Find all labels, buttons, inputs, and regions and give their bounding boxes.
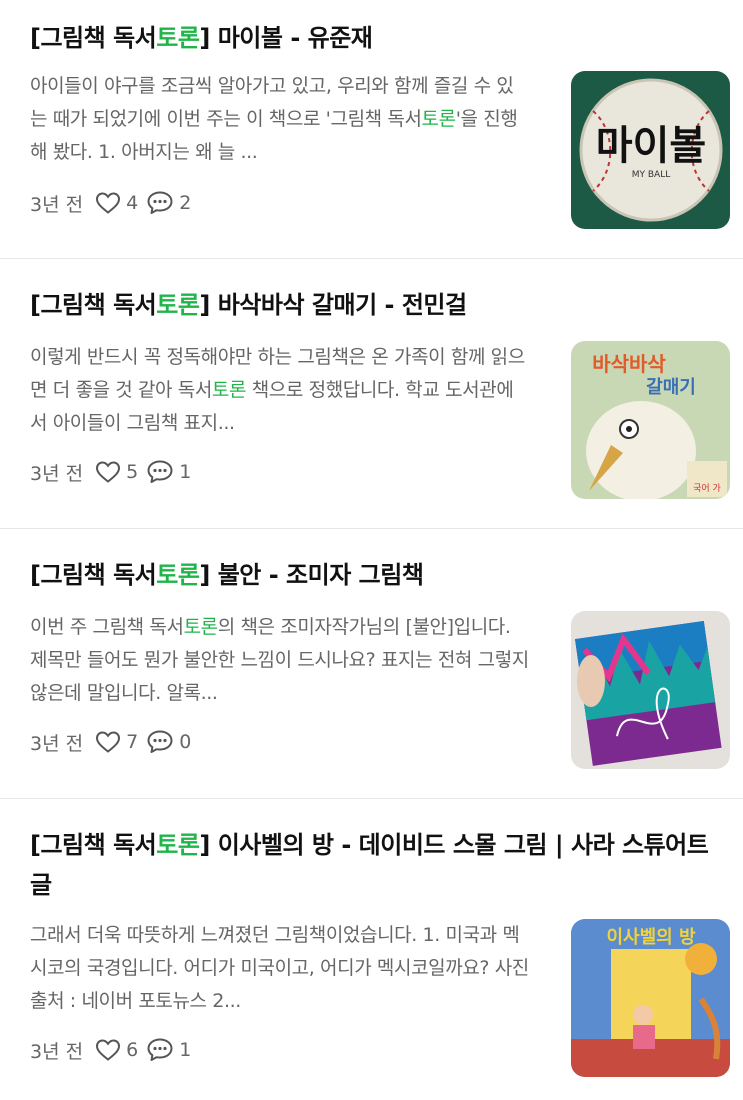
- heart-icon[interactable]: [95, 730, 121, 754]
- post-title[interactable]: [그림책 독서토론] 바삭바삭 갈매기 - 전민걸: [30, 285, 720, 325]
- post-excerpt[interactable]: 이렇게 반드시 꼭 정독해야만 하는 그림책은 온 가족이 함께 읽으면 더 좋…: [30, 341, 530, 440]
- excerpt-text: 이번 주 그림책 독서: [30, 616, 184, 638]
- post-age: 3년 전: [30, 732, 84, 755]
- post-meta: 3년 전 7 0: [30, 727, 199, 757]
- heart-icon[interactable]: [95, 1038, 121, 1062]
- title-suffix: ] 마이볼 - 유준재: [199, 24, 373, 52]
- comment-icon[interactable]: [146, 459, 174, 485]
- post-excerpt[interactable]: 아이들이 야구를 조금씩 알아가고 있고, 우리와 함께 즐길 수 있는 때가 …: [30, 70, 530, 169]
- excerpt-text: 그래서 더욱 따뜻하게 느껴졌던 그림책이었습니다. 1. 미국과 멕시코의 국…: [30, 924, 529, 1012]
- post-item[interactable]: [그림책 독서토론] 바삭바삭 갈매기 - 전민걸 이렇게 반드시 꼭 정독해야…: [0, 258, 743, 528]
- post-title[interactable]: [그림책 독서토론] 마이볼 - 유준재: [30, 18, 720, 58]
- cover-subtitle: MY BALL: [632, 170, 670, 180]
- like-count: 5: [126, 461, 139, 483]
- post-title[interactable]: [그림책 독서토론] 이사벨의 방 - 데이비드 스몰 그림 | 사라 스튜어트…: [30, 825, 720, 905]
- post-meta: 3년 전 6 1: [30, 1035, 199, 1065]
- title-prefix: [그림책 독서: [30, 831, 157, 859]
- post-age: 3년 전: [30, 193, 84, 216]
- comment-count: 1: [179, 1039, 192, 1061]
- post-thumbnail[interactable]: 이사벨의 방: [571, 919, 730, 1077]
- post-thumbnail[interactable]: 마이볼 MY BALL: [571, 71, 730, 229]
- seagull-book-cover-image: 바삭바삭 갈매기 국어 가: [571, 341, 730, 499]
- excerpt-highlight: 토론: [183, 616, 219, 638]
- like-count: 6: [126, 1039, 139, 1061]
- post-thumbnail[interactable]: 바삭바삭 갈매기 국어 가: [571, 341, 730, 499]
- title-highlight: 토론: [156, 24, 200, 52]
- post-age: 3년 전: [30, 1040, 84, 1063]
- post-item[interactable]: [그림책 독서토론] 마이볼 - 유준재 아이들이 야구를 조금씩 알아가고 있…: [0, 0, 743, 258]
- post-feed: [그림책 독서토론] 마이볼 - 유준재 아이들이 야구를 조금씩 알아가고 있…: [0, 0, 743, 1100]
- title-highlight: 토론: [156, 561, 200, 589]
- cover-badge: 국어 가: [693, 483, 721, 494]
- title-prefix: [그림책 독서: [30, 561, 157, 589]
- title-highlight: 토론: [156, 291, 200, 319]
- post-meta: 3년 전 4 2: [30, 188, 199, 218]
- cover-title-line2: 갈매기: [646, 376, 696, 398]
- cover-title: 이사벨의 방: [606, 927, 696, 948]
- post-item[interactable]: [그림책 독서토론] 불안 - 조미자 그림책 이번 주 그림책 독서토론의 책…: [0, 528, 743, 798]
- comment-icon[interactable]: [146, 729, 174, 755]
- comment-count: 1: [179, 461, 192, 483]
- title-highlight: 토론: [156, 831, 200, 859]
- title-suffix: ] 바삭바삭 갈매기 - 전민걸: [199, 291, 467, 319]
- anxiety-book-cover-image: [571, 611, 730, 769]
- excerpt-highlight: 토론: [211, 379, 247, 401]
- cover-title: 바삭바삭: [592, 352, 666, 376]
- like-count: 4: [126, 192, 139, 214]
- isabel-room-book-cover-image: 이사벨의 방: [571, 919, 730, 1077]
- post-age: 3년 전: [30, 462, 84, 485]
- comment-icon[interactable]: [146, 1037, 174, 1063]
- post-excerpt[interactable]: 이번 주 그림책 독서토론의 책은 조미자작가님의 [불안]입니다. 제목만 들…: [30, 611, 530, 710]
- heart-icon[interactable]: [95, 191, 121, 215]
- post-meta: 3년 전 5 1: [30, 457, 199, 487]
- post-item[interactable]: [그림책 독서토론] 이사벨의 방 - 데이비드 스몰 그림 | 사라 스튜어트…: [0, 798, 743, 1100]
- heart-icon[interactable]: [95, 460, 121, 484]
- comment-count: 0: [179, 731, 192, 753]
- like-count: 7: [126, 731, 139, 753]
- title-prefix: [그림책 독서: [30, 291, 157, 319]
- post-title[interactable]: [그림책 독서토론] 불안 - 조미자 그림책: [30, 555, 720, 595]
- post-thumbnail[interactable]: [571, 611, 730, 769]
- title-suffix: ] 불안 - 조미자 그림책: [199, 561, 424, 589]
- title-prefix: [그림책 독서: [30, 24, 157, 52]
- post-excerpt[interactable]: 그래서 더욱 따뜻하게 느껴졌던 그림책이었습니다. 1. 미국과 멕시코의 국…: [30, 919, 530, 1018]
- comment-count: 2: [179, 192, 192, 214]
- excerpt-highlight: 토론: [421, 108, 457, 130]
- cover-title: 마이볼: [596, 123, 706, 169]
- comment-icon[interactable]: [146, 190, 174, 216]
- baseball-book-cover-image: 마이볼 MY BALL: [571, 71, 730, 229]
